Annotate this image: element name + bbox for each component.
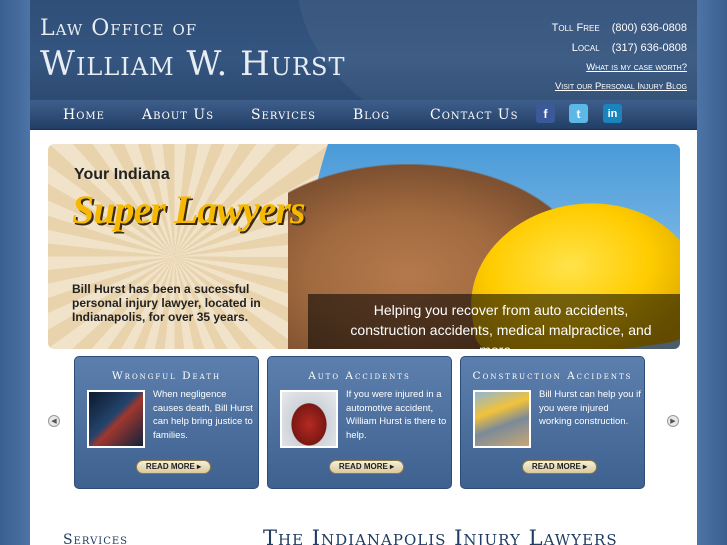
main-nav: Home About Us Services Blog Contact Us f…: [30, 100, 697, 130]
blog-link[interactable]: Visit our Personal Injury Blog: [552, 77, 687, 96]
wrongful-death-thumbnail: [87, 390, 145, 448]
carousel-next-icon[interactable]: ▶: [667, 415, 679, 427]
card-wrongful-death[interactable]: Wrongful Death When negligence causes de…: [74, 356, 259, 489]
hero-caption: Helping you recover from auto accidents,…: [350, 302, 652, 349]
page-container: Law Office of William W. Hurst Toll Free…: [30, 0, 697, 545]
card-text: When negligence causes death, Bill Hurst…: [153, 389, 253, 441]
twitter-icon[interactable]: t: [569, 104, 588, 123]
read-more-button[interactable]: READ MORE ▸: [329, 460, 404, 474]
main-heading: The Indianapolis Injury Lawyers: [263, 526, 618, 545]
local-row: Local (317) 636-0808: [552, 38, 687, 58]
site-header: Law Office of William W. Hurst Toll Free…: [30, 0, 697, 100]
nav-about-us[interactable]: About Us: [142, 107, 214, 123]
auto-accident-thumbnail: [280, 390, 338, 448]
services-heading: Services: [63, 532, 129, 545]
nav-contact-us[interactable]: Contact Us: [430, 107, 518, 123]
linkedin-icon[interactable]: in: [603, 104, 622, 123]
card-text: Bill Hurst can help you if you were inju…: [539, 389, 641, 427]
toll-free-number: (800) 636-0808: [611, 22, 687, 34]
logo-line-2[interactable]: William W. Hurst: [40, 44, 346, 84]
nav-blog[interactable]: Blog: [353, 107, 390, 123]
contact-info: Toll Free (800) 636-0808 Local (317) 636…: [552, 18, 687, 96]
toll-free-label: Toll Free: [551, 22, 600, 34]
card-auto-accidents[interactable]: Auto Accidents If you were injured in a …: [267, 356, 452, 489]
hero-super-lawyers: Super Lawyers: [72, 187, 306, 232]
hero-banner[interactable]: Your Indiana Super Lawyers Bill Hurst ha…: [48, 144, 680, 349]
read-more-button[interactable]: READ MORE ▸: [136, 460, 211, 474]
card-title[interactable]: Construction Accidents: [461, 370, 644, 382]
hero-blurb: Bill Hurst has been a sucessful personal…: [72, 282, 261, 324]
local-label: Local: [571, 42, 600, 54]
hero-your-indiana: Your Indiana: [74, 166, 170, 183]
card-construction-accidents[interactable]: Construction Accidents Bill Hurst can he…: [460, 356, 645, 489]
toll-free-row: Toll Free (800) 636-0808: [552, 18, 687, 38]
card-title[interactable]: Auto Accidents: [268, 370, 451, 382]
nav-home[interactable]: Home: [63, 107, 105, 123]
nav-services[interactable]: Services: [251, 107, 316, 123]
facebook-icon[interactable]: f: [536, 104, 555, 123]
hero-caption-band: Helping you recover from auto accidents,…: [308, 294, 680, 349]
local-number: (317) 636-0808: [611, 42, 687, 54]
read-more-button[interactable]: READ MORE ▸: [522, 460, 597, 474]
card-text: If you were injured in a automotive acci…: [346, 389, 447, 441]
construction-thumbnail: [473, 390, 531, 448]
card-title[interactable]: Wrongful Death: [75, 370, 258, 382]
carousel-prev-icon[interactable]: ◀: [48, 415, 60, 427]
logo-line-1[interactable]: Law Office of: [40, 16, 197, 41]
case-worth-link[interactable]: What is my case worth?: [552, 58, 687, 77]
